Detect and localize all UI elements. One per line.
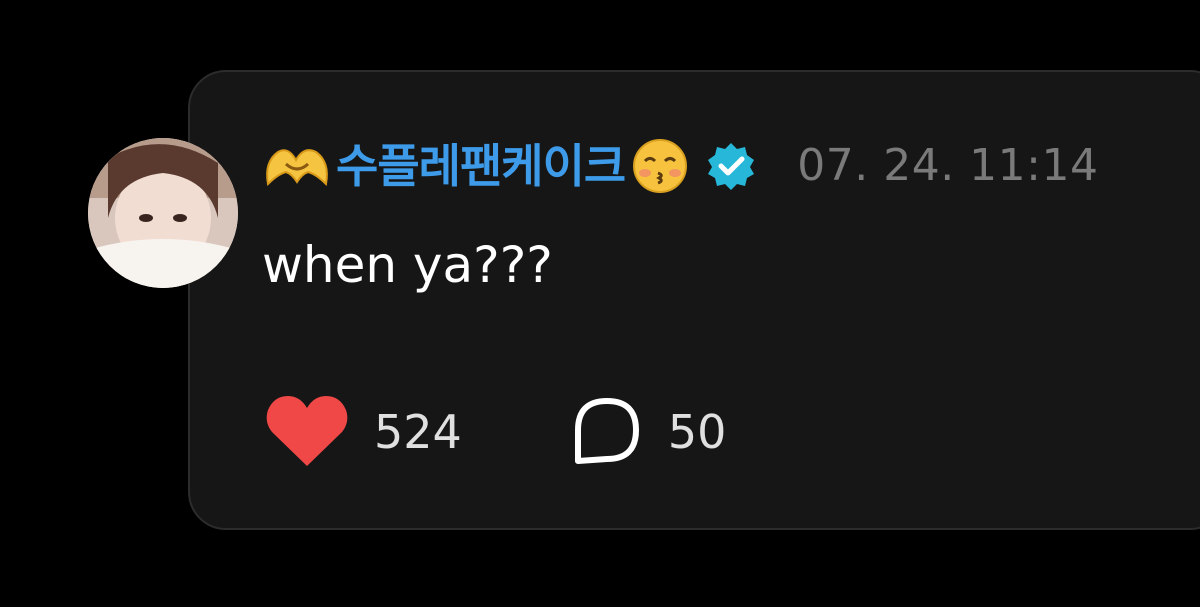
comment-text: when ya??? <box>262 236 553 294</box>
comment-header: 수플레팬케이크 07. 24. 11:14 <box>262 134 1098 198</box>
screen: 수플레팬케이크 07. 24. 11:14 when ya??? 524 50 <box>0 0 1200 607</box>
avatar-photo <box>88 138 238 288</box>
username[interactable]: 수플레팬케이크 <box>336 143 626 189</box>
verified-badge-icon <box>705 140 757 192</box>
speech-bubble-icon <box>570 395 644 469</box>
kissing-face-icon <box>631 137 689 195</box>
heart-icon <box>264 394 350 470</box>
like-count: 524 <box>374 405 462 459</box>
reply-button[interactable]: 50 <box>570 395 727 469</box>
reply-count: 50 <box>667 405 727 459</box>
like-button[interactable]: 524 <box>264 394 462 470</box>
avatar[interactable] <box>88 138 238 288</box>
heart-hands-icon <box>262 144 332 188</box>
comment-actions: 524 50 <box>264 392 726 472</box>
timestamp: 07. 24. 11:14 <box>797 140 1099 191</box>
